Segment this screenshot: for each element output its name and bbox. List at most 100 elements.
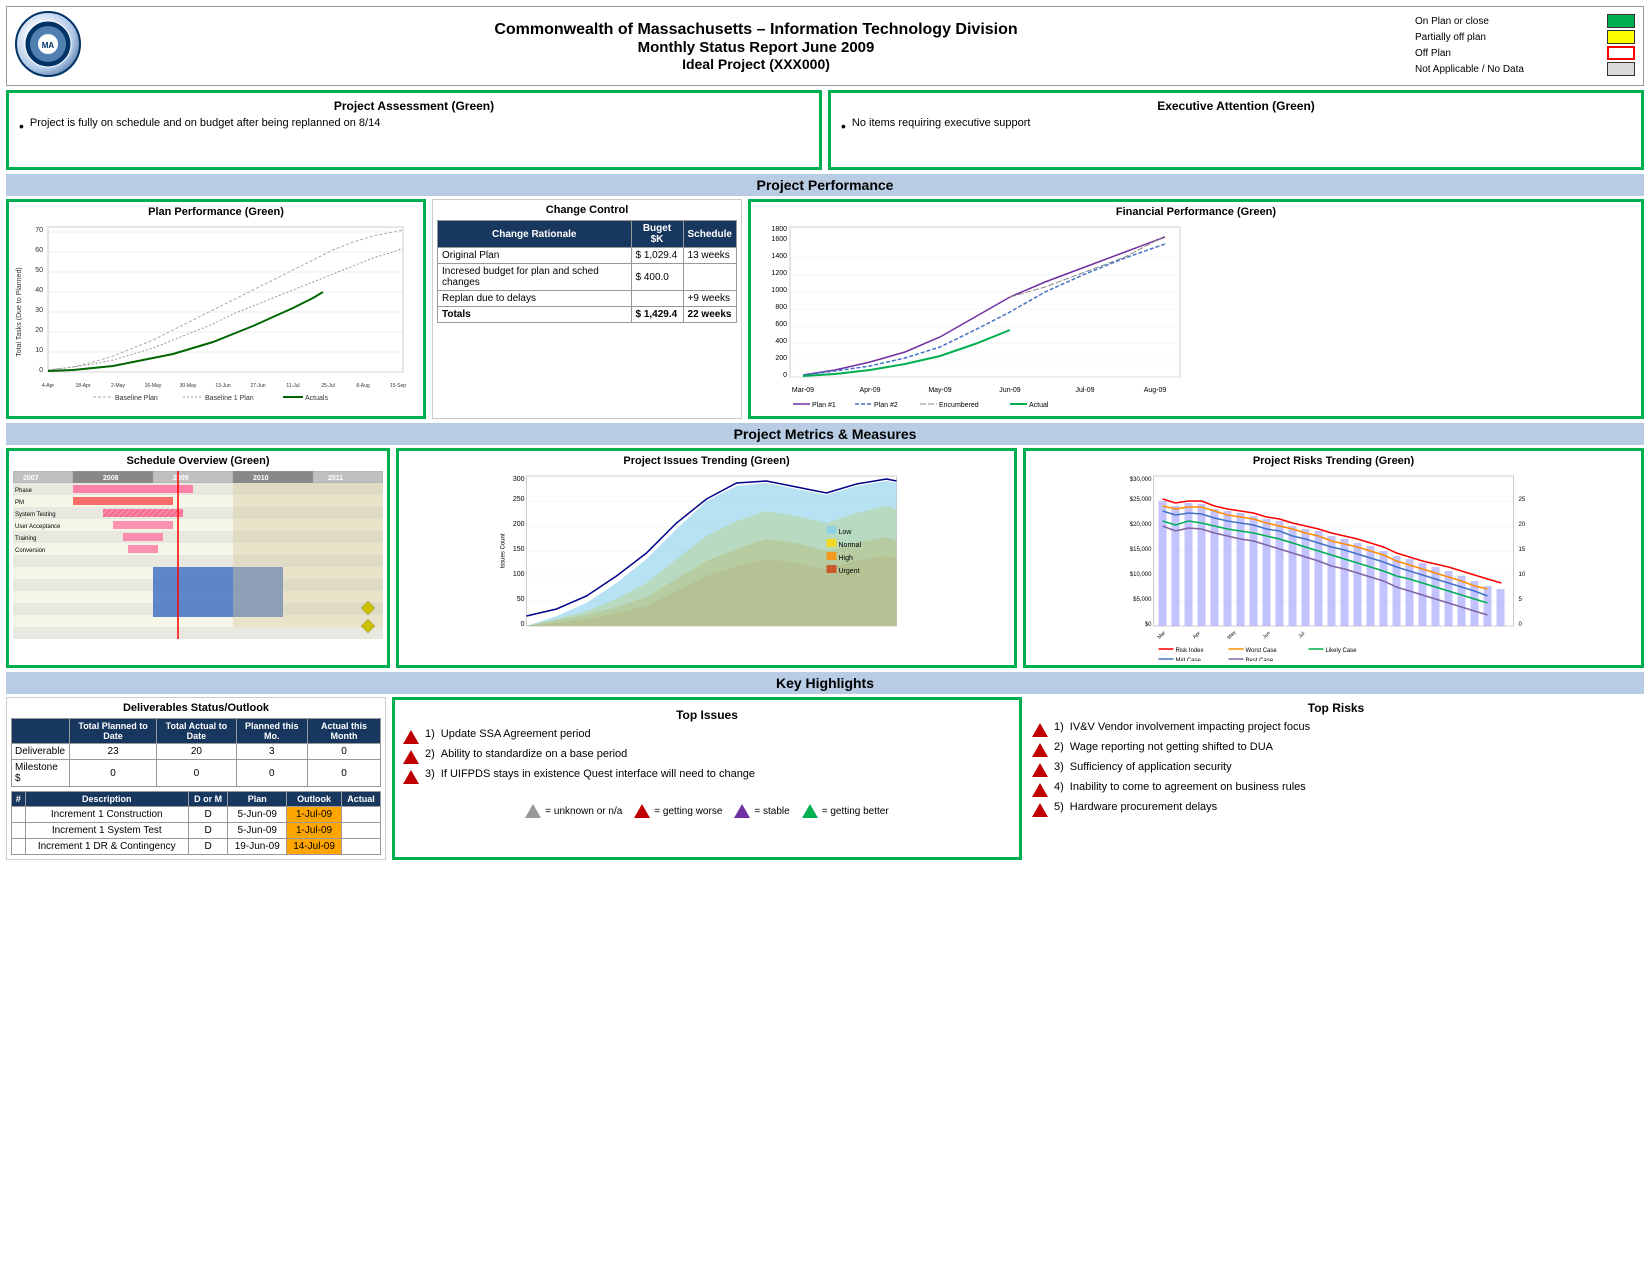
bottom-legend: = unknown or n/a = getting worse = stabl… bbox=[403, 804, 1011, 818]
cc-row-0: Original Plan $ 1,029.4 13 weeks bbox=[438, 248, 737, 264]
legend-better-label: = getting better bbox=[822, 806, 889, 817]
svg-text:Jul: Jul bbox=[1297, 631, 1306, 640]
out-num-2 bbox=[12, 839, 26, 855]
triangle-green-icon bbox=[802, 804, 818, 818]
project-issues-title: Project Issues Trending (Green) bbox=[403, 455, 1010, 467]
out-dm-0: D bbox=[188, 807, 227, 823]
del-col-planned-mo: Planned this Mo. bbox=[236, 719, 307, 744]
del-row-0: Deliverable 23 20 3 0 bbox=[12, 744, 381, 760]
svg-text:0: 0 bbox=[1519, 622, 1523, 628]
svg-text:User Acceptance: User Acceptance bbox=[15, 524, 61, 530]
svg-text:300: 300 bbox=[513, 476, 525, 483]
svg-text:System Testing: System Testing bbox=[15, 512, 56, 518]
svg-text:27-Jun: 27-Jun bbox=[250, 383, 266, 389]
risk-num-1: 2) bbox=[1054, 741, 1064, 753]
executive-attention-title: Executive Attention (Green) bbox=[841, 99, 1631, 113]
svg-text:1600: 1600 bbox=[771, 236, 787, 243]
svg-text:1200: 1200 bbox=[771, 270, 787, 277]
issue-text-2: If UIFPDS stays in existence Quest inter… bbox=[441, 768, 755, 780]
cc-schedule-1 bbox=[683, 264, 736, 291]
project-assessment-box: Project Assessment (Green) • Project is … bbox=[6, 90, 822, 170]
del-planned-mo-1: 0 bbox=[236, 760, 307, 787]
cc-budget-1: $ 400.0 bbox=[631, 264, 683, 291]
out-col-outlook: Outlook bbox=[287, 792, 342, 807]
svg-text:Apr: Apr bbox=[1192, 630, 1202, 640]
svg-text:Jun: Jun bbox=[1262, 630, 1272, 640]
svg-text:$0: $0 bbox=[1145, 622, 1152, 628]
svg-text:2007: 2007 bbox=[23, 475, 39, 482]
svg-text:Actuals: Actuals bbox=[305, 395, 328, 402]
svg-text:20: 20 bbox=[35, 327, 43, 334]
svg-text:8-Aug: 8-Aug bbox=[356, 383, 370, 389]
header-title: Commonwealth of Massachusetts – Informat… bbox=[97, 21, 1415, 72]
risk-triangle-1 bbox=[1032, 743, 1048, 757]
legend-stable-label: = stable bbox=[754, 806, 789, 817]
svg-text:600: 600 bbox=[775, 321, 787, 328]
svg-text:2009: 2009 bbox=[173, 475, 189, 482]
issue-text-1: Ability to standardize on a base period bbox=[441, 748, 628, 760]
out-actual-1 bbox=[342, 823, 381, 839]
svg-text:150: 150 bbox=[513, 546, 525, 553]
issue-triangle-0 bbox=[403, 730, 419, 744]
project-assessment-title: Project Assessment (Green) bbox=[19, 99, 809, 113]
out-desc-0: Increment 1 Construction bbox=[25, 807, 188, 823]
triangle-purple-icon bbox=[734, 804, 750, 818]
out-dm-2: D bbox=[188, 839, 227, 855]
svg-text:10: 10 bbox=[35, 347, 43, 354]
svg-text:May: May bbox=[1226, 629, 1237, 640]
del-col-actual-mo: Actual this Month bbox=[307, 719, 380, 744]
bullet-icon: • bbox=[19, 118, 24, 134]
svg-text:15: 15 bbox=[1519, 547, 1526, 553]
performance-row: Plan Performance (Green) 0 10 20 30 40 5… bbox=[6, 199, 1644, 419]
del-actual-mo-0: 0 bbox=[307, 744, 380, 760]
svg-text:2010: 2010 bbox=[253, 475, 269, 482]
risk-item-3: 4) Inability to come to agreement on bus… bbox=[1032, 781, 1640, 797]
risk-item-4: 5) Hardware procurement delays bbox=[1032, 801, 1640, 817]
svg-text:0: 0 bbox=[39, 367, 43, 374]
svg-text:70: 70 bbox=[35, 227, 43, 234]
key-highlights-center: Top Issues 1) Update SSA Agreement perio… bbox=[392, 697, 1022, 860]
out-num-1 bbox=[12, 823, 26, 839]
risk-num-0: 1) bbox=[1054, 721, 1064, 733]
plan-performance-chart: 0 10 20 30 40 50 60 70 bbox=[13, 222, 419, 402]
out-outlook-1: 1-Jul-09 bbox=[287, 823, 342, 839]
del-planned-1: 0 bbox=[69, 760, 156, 787]
plan-performance-title: Plan Performance (Green) bbox=[13, 206, 419, 218]
svg-text:200: 200 bbox=[775, 355, 787, 362]
metrics-row: Schedule Overview (Green) 2007 2008 2009… bbox=[6, 448, 1644, 668]
plan-performance-box: Plan Performance (Green) 0 10 20 30 40 5… bbox=[6, 199, 426, 419]
issue-num-1: 2) bbox=[425, 748, 435, 760]
legend-unknown-label: = unknown or n/a bbox=[545, 806, 622, 817]
risk-text-4: Hardware procurement delays bbox=[1070, 801, 1217, 813]
financial-chart: 0 200 400 600 800 1000 1200 1400 1600 18… bbox=[755, 222, 1637, 412]
issue-item-2: 3) If UIFPDS stays in existence Quest in… bbox=[403, 768, 1011, 784]
svg-text:Mar: Mar bbox=[1157, 630, 1168, 641]
svg-text:18-Apr: 18-Apr bbox=[75, 383, 90, 389]
project-risks-title: Project Risks Trending (Green) bbox=[1030, 455, 1637, 467]
out-desc-1: Increment 1 System Test bbox=[25, 823, 188, 839]
svg-text:25-Jul: 25-Jul bbox=[321, 383, 335, 389]
legend-box-3 bbox=[1607, 62, 1635, 76]
svg-text:May-09: May-09 bbox=[928, 387, 951, 394]
out-actual-0 bbox=[342, 807, 381, 823]
svg-text:Best Case: Best Case bbox=[1246, 658, 1274, 661]
out-row-1: Increment 1 System Test D 5-Jun-09 1-Jul… bbox=[12, 823, 381, 839]
svg-text:800: 800 bbox=[775, 304, 787, 311]
cc-schedule-3: 22 weeks bbox=[683, 307, 736, 323]
project-metrics-header: Project Metrics & Measures bbox=[6, 423, 1644, 445]
header: MA Commonwealth of Massachusetts – Infor… bbox=[6, 6, 1644, 86]
out-outlook-2: 14-Jul-09 bbox=[287, 839, 342, 855]
svg-text:30-May: 30-May bbox=[180, 383, 197, 389]
cc-row-3: Totals $ 1,429.4 22 weeks bbox=[438, 307, 737, 323]
del-name-1: Milestone $ bbox=[12, 760, 70, 787]
out-col-num: # bbox=[12, 792, 26, 807]
executive-attention-box: Executive Attention (Green) • No items r… bbox=[828, 90, 1644, 170]
gantt-chart: 2007 2008 2009 2010 2011 bbox=[13, 471, 383, 639]
top-risks-title: Top Risks bbox=[1032, 701, 1640, 715]
svg-text:0: 0 bbox=[521, 621, 525, 628]
svg-text:50: 50 bbox=[517, 596, 525, 603]
deliverables-box: Deliverables Status/Outlook Total Planne… bbox=[6, 697, 386, 860]
executive-attention-text: No items requiring executive support bbox=[852, 117, 1031, 129]
del-name-0: Deliverable bbox=[12, 744, 70, 760]
svg-text:250: 250 bbox=[513, 496, 525, 503]
